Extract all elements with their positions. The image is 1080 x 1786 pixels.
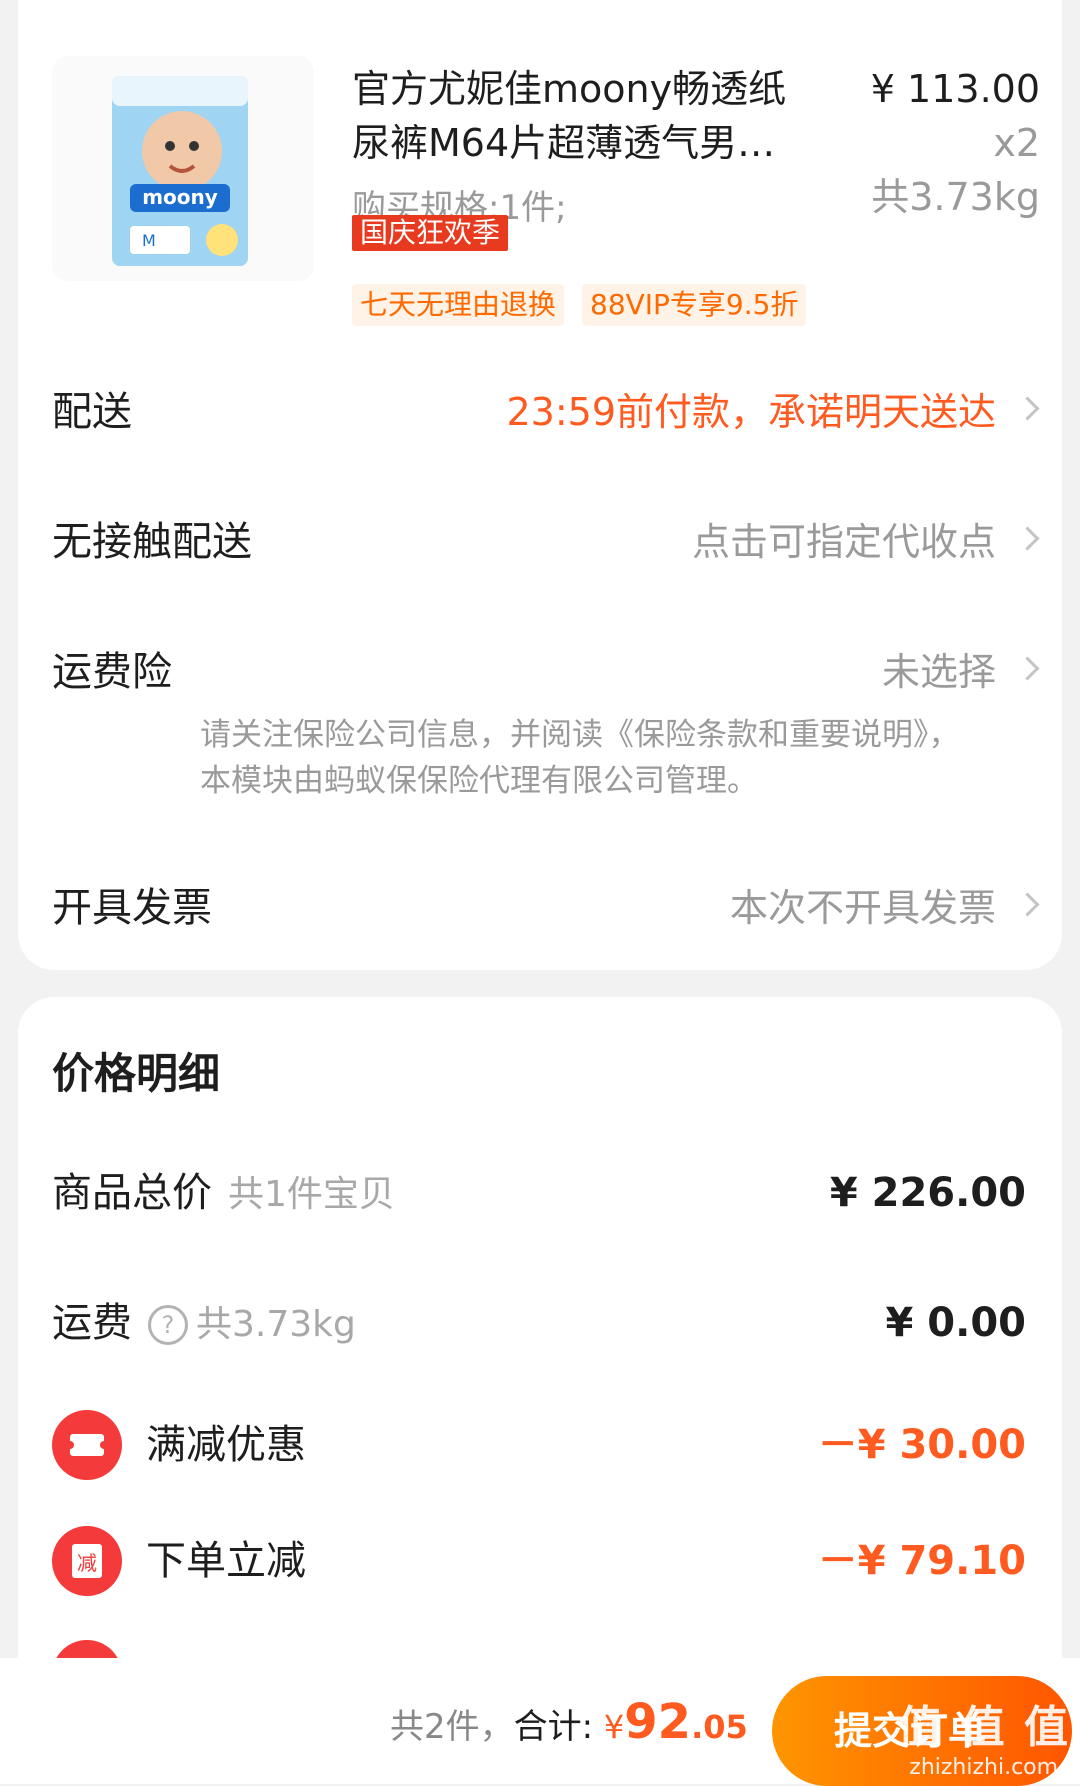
quantity: x2 <box>993 121 1040 165</box>
unit-price: ¥ 113.00 <box>870 67 1040 111</box>
goods-total-label: 商品总价 <box>52 1170 212 1216</box>
shipping-fee-row: 运费? 共3.73kg ¥ 0.00 <box>52 1288 1026 1358</box>
discount-row-full-reduction: 满减优惠 －¥ 30.00 <box>52 1410 1026 1480</box>
jian-icon: 减 <box>52 1526 122 1596</box>
help-icon[interactable]: ? <box>148 1305 188 1345</box>
shipping-insurance-row[interactable]: 运费险 未选择 <box>34 632 1040 712</box>
tag-return-policy: 七天无理由退换 <box>352 284 565 326</box>
total-integer: 92 <box>624 1694 692 1750</box>
discount-amount-full-reduction: －¥ 30.00 <box>817 1422 1026 1468</box>
discount-label-order-reduction: 下单立减 <box>146 1538 306 1584</box>
shipping-fee-label: 运费 <box>52 1300 132 1346</box>
discount-amount-order-reduction: －¥ 79.10 <box>817 1538 1026 1584</box>
chevron-right-icon <box>1015 526 1040 551</box>
item-count: 共2件， <box>390 1707 514 1747</box>
chevron-right-icon <box>1015 396 1040 421</box>
shipping-weight: 共3.73kg <box>196 1304 356 1345</box>
delivery-value: 23:59前付款，承诺明天送达 <box>506 390 996 434</box>
order-total: 共2件，合计: ¥92.05 <box>390 1692 748 1757</box>
invoice-row[interactable]: 开具发票 本次不开具发票 <box>34 868 1040 948</box>
watermark-url: zhizhizhi.com <box>909 1755 1059 1780</box>
tag-vip-discount: 88VIP专享9.5折 <box>582 284 807 326</box>
insurance-note[interactable]: 请关注保险公司信息，并阅读《保险条款和重要说明》，本模块由蚂蚁保保险代理有限公司… <box>200 712 960 804</box>
delivery-label: 配送 <box>52 389 132 435</box>
product-price-column: ¥ 113.00 x2 共3.73kg <box>871 62 1040 224</box>
discount-row-order-reduction: 减 下单立减 －¥ 79.10 <box>52 1526 1026 1596</box>
total-label: 合计: <box>513 1707 594 1747</box>
contactless-delivery-value: 点击可指定代收点 <box>691 520 996 564</box>
invoice-value: 本次不开具发票 <box>729 886 996 930</box>
watermark-logo: 值 值 值 <box>897 1702 1070 1753</box>
shipping-insurance-value: 未选择 <box>881 650 996 694</box>
product-weight: 共3.73kg <box>871 175 1040 219</box>
product-thumbnail[interactable]: moony M <box>52 56 314 281</box>
delivery-row[interactable]: 配送 23:59前付款，承诺明天送达 <box>34 372 1040 452</box>
shipping-insurance-label: 运费险 <box>52 649 172 695</box>
invoice-label: 开具发票 <box>52 885 212 931</box>
chevron-right-icon <box>1015 656 1040 681</box>
diaper-pack-image: moony M <box>112 76 248 266</box>
goods-total-sub: 共1件宝贝 <box>228 1174 395 1215</box>
watermark: 值 值 值 zhizhizhi.com <box>897 1691 1070 1780</box>
goods-total-amount: ¥ 226.00 <box>829 1170 1026 1216</box>
contactless-delivery-row[interactable]: 无接触配送 点击可指定代收点 <box>34 502 1040 582</box>
shipping-fee-amount: ¥ 0.00 <box>885 1300 1026 1346</box>
contactless-delivery-label: 无接触配送 <box>52 519 252 565</box>
svg-text:moony: moony <box>142 185 218 209</box>
product-title[interactable]: 官方尤妮佳moony畅透纸尿裤M64片超薄透气男… <box>352 62 812 170</box>
price-detail-title: 价格明细 <box>52 1049 221 1098</box>
ticket-icon <box>52 1410 122 1480</box>
svg-text:减: 减 <box>77 1551 97 1575</box>
goods-total-row: 商品总价 共1件宝贝 ¥ 226.00 <box>52 1158 1026 1228</box>
total-decimal: .05 <box>691 1708 748 1746</box>
svg-text:M: M <box>142 231 156 250</box>
price-detail-card <box>18 997 1062 1737</box>
chevron-right-icon <box>1015 892 1040 917</box>
promo-badge: 国庆狂欢季 <box>352 215 509 251</box>
total-currency: ¥ <box>603 1708 625 1746</box>
discount-label-full-reduction: 满减优惠 <box>146 1422 306 1468</box>
checkout-bar: 共2件，合计: ¥92.05 提交订单 值 值 值 zhizhizhi.com <box>0 1658 1080 1786</box>
